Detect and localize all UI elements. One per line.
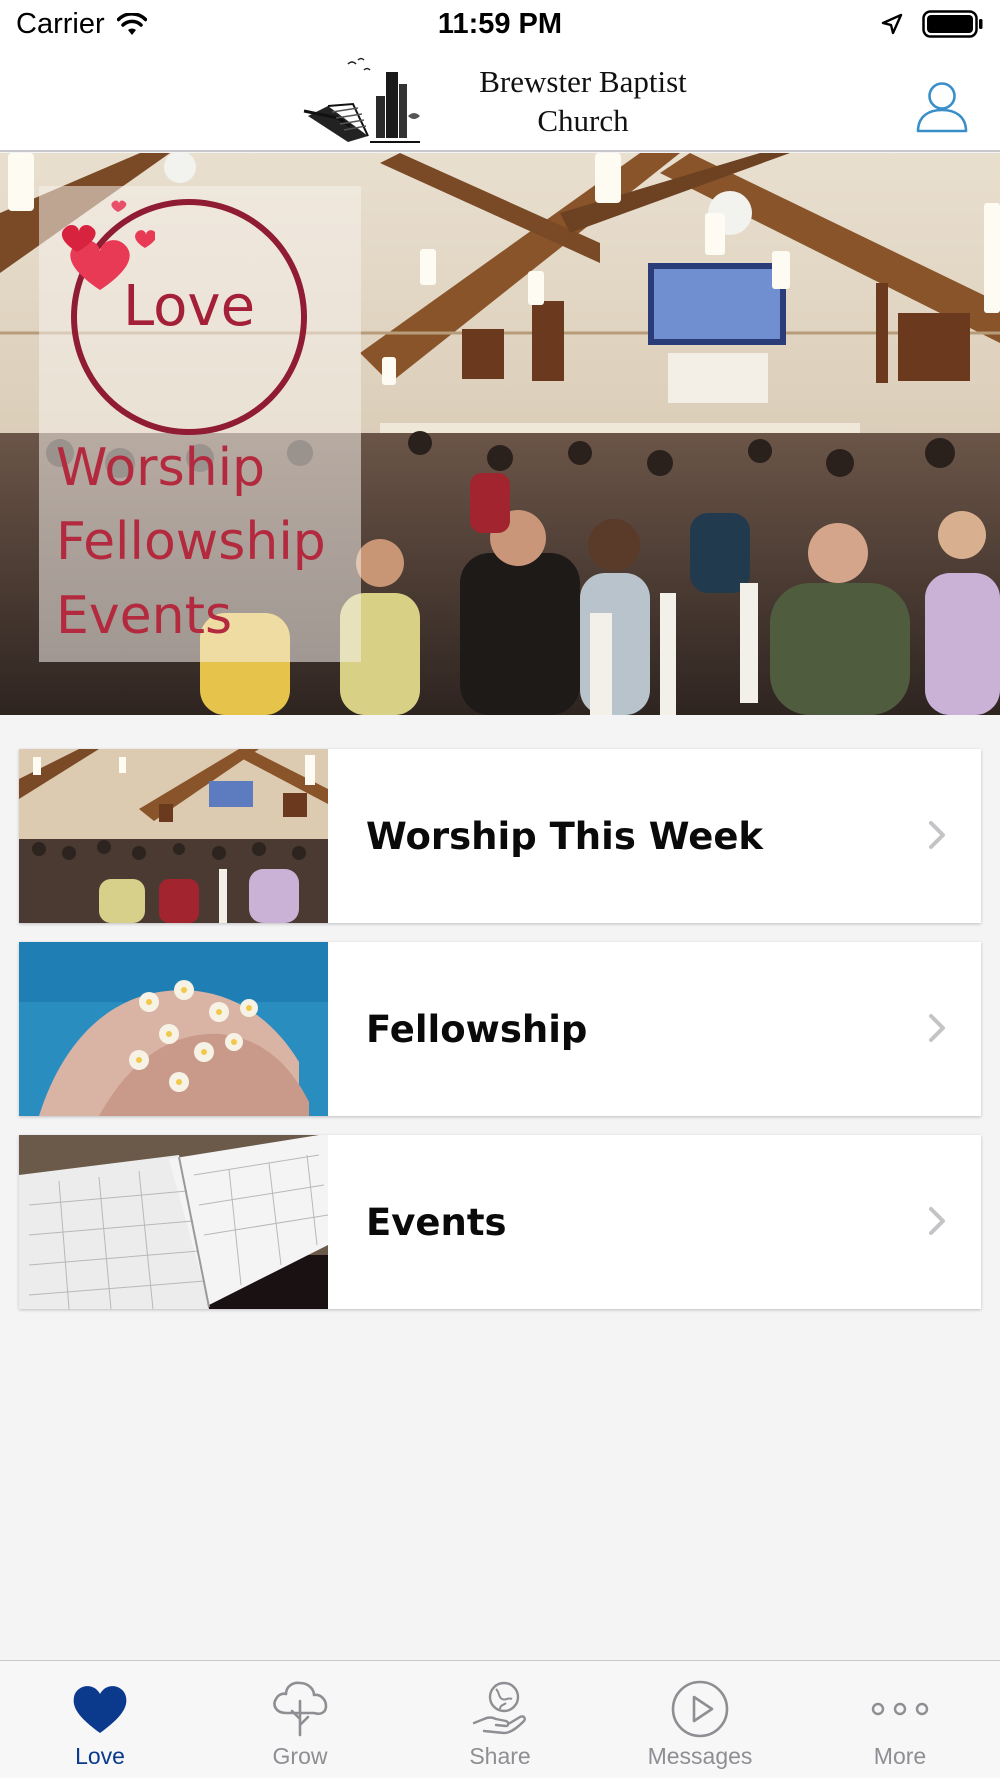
church-name-line-2: Church xyxy=(537,103,629,138)
more-dots-icon xyxy=(871,1702,929,1716)
church-name-title: Brewster Baptist Church xyxy=(448,62,718,140)
card-events[interactable]: Events xyxy=(19,1135,981,1309)
boat-logo-icon xyxy=(303,57,420,143)
hero-banner: Love Worship Fellowship Events xyxy=(0,153,1000,715)
card-worship-this-week[interactable]: Worship This Week xyxy=(19,749,981,923)
calendar-thumbnail xyxy=(19,1135,328,1309)
tab-label-messages: Messages xyxy=(647,1743,753,1769)
user-profile-icon xyxy=(916,82,968,133)
tab-label-love: Love xyxy=(75,1743,125,1769)
tab-more[interactable]: More xyxy=(800,1661,1000,1778)
profile-button[interactable] xyxy=(914,78,970,134)
tab-messages[interactable]: Messages xyxy=(600,1661,800,1778)
chevron-right-icon xyxy=(929,821,945,849)
church-logo xyxy=(298,56,428,144)
status-time: 11:59 PM xyxy=(437,8,563,40)
hero-badge: Love Worship Fellowship Events xyxy=(39,186,361,662)
card-label-fellowship: Fellowship xyxy=(366,1007,588,1051)
hero-badge-line-events: Events xyxy=(56,586,233,646)
location-arrow-icon xyxy=(881,13,903,35)
heart-icon xyxy=(73,1686,127,1733)
hero-badge-title: Love xyxy=(122,274,256,339)
battery-icon xyxy=(922,10,983,38)
tab-label-more: More xyxy=(873,1743,927,1769)
tab-grow[interactable]: Grow xyxy=(200,1661,400,1778)
play-icon xyxy=(671,1680,729,1738)
hero-badge-line-worship: Worship xyxy=(56,438,266,498)
tab-share[interactable]: Share xyxy=(400,1661,600,1778)
card-fellowship[interactable]: Fellowship xyxy=(19,942,981,1116)
church-name-line-1: Brewster Baptist xyxy=(479,64,687,99)
tree-icon xyxy=(273,1681,328,1737)
globe-hand-icon xyxy=(472,1681,526,1735)
card-label-worship: Worship This Week xyxy=(366,814,764,858)
hero-badge-line-fellowship: Fellowship xyxy=(56,512,326,572)
card-label-events: Events xyxy=(366,1200,507,1244)
tab-bar: Love Grow Share Messages More xyxy=(0,1660,1000,1778)
tab-label-grow: Grow xyxy=(272,1743,328,1769)
chevron-right-icon xyxy=(929,1207,945,1235)
tab-love[interactable]: Love xyxy=(0,1661,200,1778)
tab-label-share: Share xyxy=(469,1743,531,1769)
app-header: Brewster Baptist Church xyxy=(0,50,1000,152)
status-bar: Carrier 11:59 PM xyxy=(0,0,1000,50)
flowers-thumbnail xyxy=(19,942,328,1116)
congregation-thumbnail xyxy=(19,749,328,923)
chevron-right-icon xyxy=(929,1014,945,1042)
